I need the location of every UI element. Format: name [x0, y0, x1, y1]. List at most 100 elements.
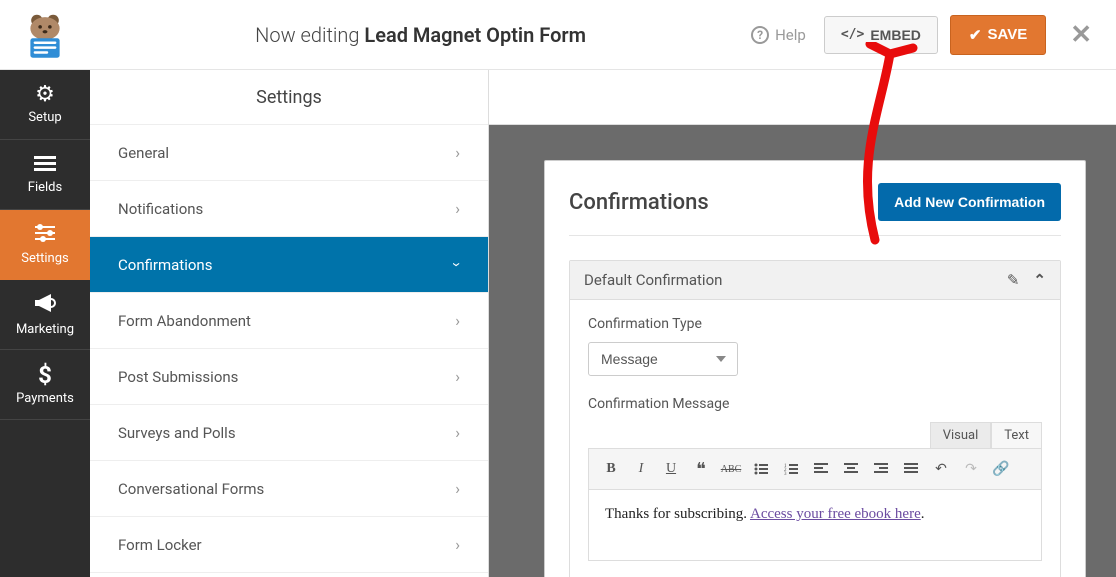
content-inner: Confirmations Add New Confirmation Defau…: [489, 125, 1116, 577]
sub-label: Post Submissions: [118, 368, 238, 386]
gear-icon: ⚙: [35, 84, 55, 106]
sub-item-surveys-polls[interactable]: Surveys and Polls ›: [90, 405, 488, 461]
italic-icon[interactable]: I: [627, 455, 655, 483]
bold-icon[interactable]: B: [597, 455, 625, 483]
underline-icon[interactable]: U: [657, 455, 685, 483]
chevron-right-icon: ›: [455, 535, 460, 554]
confirmation-block-title: Default Confirmation: [584, 271, 722, 289]
save-label: SAVE: [987, 26, 1027, 43]
chevron-right-icon: ›: [455, 311, 460, 330]
message-text-suffix: .: [921, 506, 925, 522]
sub-item-notifications[interactable]: Notifications ›: [90, 181, 488, 237]
chevron-right-icon: ›: [455, 367, 460, 386]
embed-button[interactable]: </> EMBED: [824, 16, 938, 54]
sub-label: Conversational Forms: [118, 480, 264, 498]
dollar-icon: $: [38, 363, 52, 387]
app-logo: [0, 9, 90, 61]
redo-icon[interactable]: ↷: [957, 455, 985, 483]
vertical-nav: ⚙ Setup Fields Settings Marketing $ Paym…: [0, 70, 90, 577]
sub-item-confirmations[interactable]: Confirmations ›: [90, 237, 488, 293]
editor: B I U ❝ ABC 123 ↶: [588, 448, 1042, 561]
sub-label: Form Locker: [118, 536, 202, 554]
vnav-label: Setup: [28, 110, 61, 125]
main-layout: ⚙ Setup Fields Settings Marketing $ Paym…: [0, 70, 1116, 577]
vnav-fields[interactable]: Fields: [0, 140, 90, 210]
editor-tabs: Visual Text: [588, 422, 1042, 448]
wpforms-logo-icon: [19, 9, 71, 61]
editing-label: Now editing Lead Magnet Optin Form: [90, 23, 751, 47]
sub-label: Form Abandonment: [118, 312, 251, 330]
vnav-setup[interactable]: ⚙ Setup: [0, 70, 90, 140]
align-justify-icon[interactable]: [897, 455, 925, 483]
sliders-icon: [33, 224, 57, 247]
vnav-marketing[interactable]: Marketing: [0, 280, 90, 350]
sub-item-form-locker[interactable]: Form Locker ›: [90, 517, 488, 573]
bullet-list-icon[interactable]: [747, 455, 775, 483]
vnav-label: Settings: [21, 251, 68, 266]
code-icon: </>: [841, 27, 864, 42]
confirmation-block-header[interactable]: Default Confirmation ✎ ⌃: [570, 261, 1060, 300]
collapse-icon[interactable]: ⌃: [1033, 271, 1046, 289]
vnav-label: Payments: [16, 391, 74, 406]
vnav-label: Marketing: [16, 322, 74, 337]
confirmation-type-select-wrap: Message: [588, 342, 738, 376]
chevron-right-icon: ›: [455, 479, 460, 498]
close-button[interactable]: ✕: [1066, 20, 1096, 50]
svg-text:3: 3: [784, 472, 787, 475]
embed-label: EMBED: [870, 27, 921, 43]
vnav-settings[interactable]: Settings: [0, 210, 90, 280]
confirmations-header: Confirmations Add New Confirmation: [569, 183, 1061, 236]
help-link[interactable]: ? Help: [751, 26, 806, 44]
page-title: Confirmations: [569, 190, 709, 215]
message-link[interactable]: Access your free ebook here: [750, 506, 921, 522]
confirmation-body: Confirmation Type Message Confirmation M…: [570, 300, 1060, 577]
chevron-down-icon: ›: [448, 262, 467, 267]
confirmation-type-select[interactable]: Message: [588, 342, 738, 376]
sub-label: Notifications: [118, 200, 203, 218]
editor-body[interactable]: Thanks for subscribing. Access your free…: [589, 490, 1041, 560]
editor-tab-text[interactable]: Text: [991, 422, 1042, 448]
form-name: Lead Magnet Optin Form: [364, 23, 586, 47]
align-left-icon[interactable]: [807, 455, 835, 483]
save-button[interactable]: ✔ SAVE: [950, 15, 1046, 55]
sub-label: Surveys and Polls: [118, 424, 236, 442]
confirmation-type-label: Confirmation Type: [588, 316, 1042, 332]
top-header: Now editing Lead Magnet Optin Form ? Hel…: [0, 0, 1116, 70]
settings-subpanel-title: Settings: [90, 70, 488, 125]
editor-tab-visual[interactable]: Visual: [930, 422, 992, 448]
help-icon: ?: [751, 26, 769, 44]
add-new-confirmation-button[interactable]: Add New Confirmation: [878, 183, 1061, 221]
link-icon[interactable]: 🔗: [987, 455, 1015, 483]
message-text-prefix: Thanks for subscribing.: [605, 506, 750, 522]
chevron-right-icon: ›: [455, 143, 460, 162]
numbered-list-icon[interactable]: 123: [777, 455, 805, 483]
sub-item-post-submissions[interactable]: Post Submissions ›: [90, 349, 488, 405]
strikethrough-icon[interactable]: ABC: [717, 455, 745, 483]
editing-prefix: Now editing: [255, 23, 359, 47]
confirmations-panel: Confirmations Add New Confirmation Defau…: [544, 160, 1086, 577]
align-right-icon[interactable]: [867, 455, 895, 483]
list-icon: [34, 154, 56, 176]
vnav-label: Fields: [28, 180, 62, 195]
bullhorn-icon: [33, 293, 57, 318]
edit-icon[interactable]: ✎: [1007, 271, 1020, 289]
align-center-icon[interactable]: [837, 455, 865, 483]
sub-label: Confirmations: [118, 256, 212, 274]
sub-item-general[interactable]: General ›: [90, 125, 488, 181]
vnav-payments[interactable]: $ Payments: [0, 350, 90, 420]
confirmation-block: Default Confirmation ✎ ⌃ Confirmation Ty…: [569, 260, 1061, 577]
settings-subpanel: Settings General › Notifications › Confirm…: [90, 70, 489, 577]
confirmation-message-label: Confirmation Message: [588, 396, 1042, 412]
blockquote-icon[interactable]: ❝: [687, 455, 715, 483]
undo-icon[interactable]: ↶: [927, 455, 955, 483]
check-icon: ✔: [969, 26, 982, 44]
content-area: Confirmations Add New Confirmation Defau…: [489, 70, 1116, 577]
content-header-strip: [489, 70, 1116, 125]
sub-item-conversational-forms[interactable]: Conversational Forms ›: [90, 461, 488, 517]
sub-label: General: [118, 144, 169, 162]
sub-item-form-abandonment[interactable]: Form Abandonment ›: [90, 293, 488, 349]
chevron-right-icon: ›: [455, 423, 460, 442]
help-label: Help: [775, 26, 806, 44]
confirmation-actions: ✎ ⌃: [1007, 271, 1046, 289]
chevron-right-icon: ›: [455, 199, 460, 218]
